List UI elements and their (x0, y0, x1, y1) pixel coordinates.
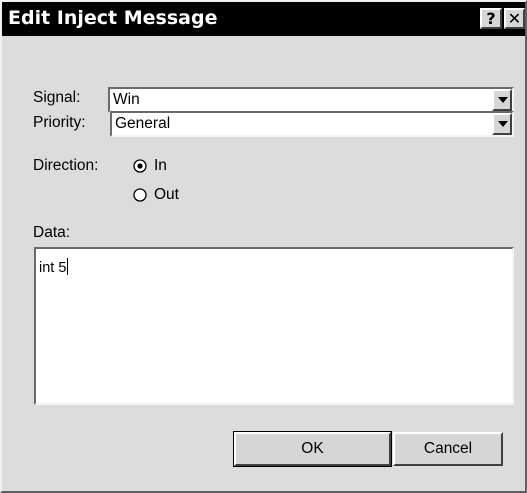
signal-dropdown[interactable]: Win (108, 87, 514, 113)
direction-out-label[interactable]: Out (154, 186, 179, 204)
close-button[interactable]: ✕ (504, 8, 525, 29)
priority-dropdown-button[interactable] (492, 113, 512, 135)
data-textarea[interactable]: int 5 (34, 247, 514, 405)
signal-dropdown-button[interactable] (492, 89, 512, 111)
ok-button[interactable]: OK (233, 431, 392, 467)
title-bar[interactable]: Edit Inject Message ? ✕ (2, 2, 525, 36)
edit-inject-message-dialog: Edit Inject Message ? ✕ Signal: Win Prio… (0, 0, 527, 493)
radio-selected-icon[interactable] (133, 159, 147, 173)
radio-unselected-icon[interactable] (133, 188, 147, 202)
priority-label: Priority: (33, 114, 86, 131)
priority-dropdown[interactable]: General (110, 111, 514, 137)
help-icon: ? (486, 9, 496, 28)
cancel-button[interactable]: Cancel (393, 432, 503, 466)
text-caret (67, 258, 69, 275)
data-value: int 5 (39, 258, 69, 276)
close-icon: ✕ (507, 9, 522, 28)
priority-value: General (115, 115, 171, 132)
signal-label: Signal: (33, 89, 81, 106)
data-label: Data: (33, 224, 71, 241)
window-title: Edit Inject Message (8, 7, 218, 29)
direction-label: Direction: (33, 157, 99, 174)
help-button[interactable]: ? (480, 8, 502, 29)
direction-in-label[interactable]: In (154, 157, 167, 175)
chevron-down-icon (498, 121, 508, 127)
signal-value: Win (113, 91, 140, 108)
chevron-down-icon (498, 97, 508, 103)
